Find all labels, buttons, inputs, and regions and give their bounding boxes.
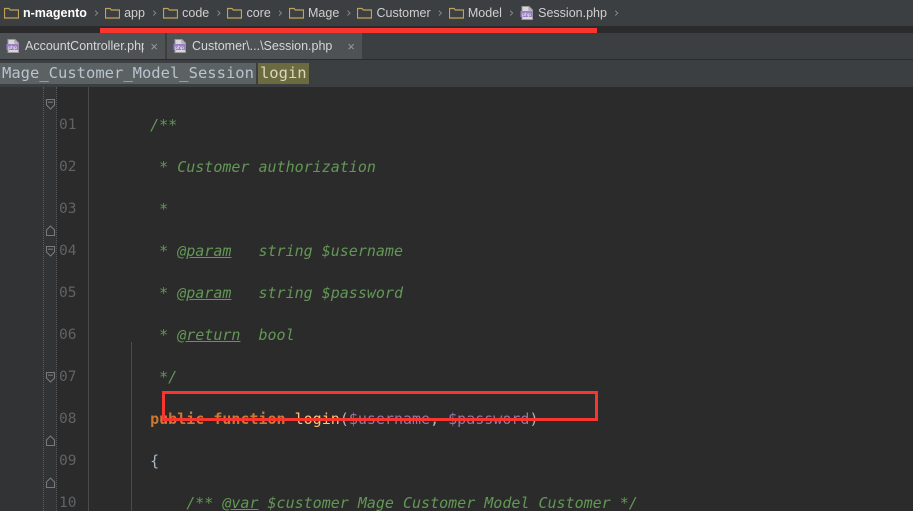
line-number: 10 [59, 495, 77, 511]
fold-marker-close[interactable] [44, 434, 57, 447]
tab-label: Customer\...\Session.php [192, 39, 333, 53]
structure-class-name[interactable]: Mage_Customer_Model_Session [0, 63, 256, 84]
code-text: * [114, 200, 169, 218]
close-icon[interactable]: × [150, 40, 158, 53]
breadcrumb-label: code [182, 6, 210, 20]
code-text: /** [114, 116, 178, 134]
line-number: 04 [59, 243, 77, 259]
breadcrumb-item-model[interactable]: Model › [448, 0, 520, 26]
code-text: */ [114, 368, 178, 386]
breadcrumb-label: Customer [376, 6, 431, 20]
fold-marker-close[interactable] [44, 476, 57, 489]
table-row[interactable]: 07 */ [57, 367, 913, 388]
table-row[interactable]: 09 { [57, 451, 913, 472]
line-number: 06 [59, 327, 77, 343]
breadcrumb-separator: › [613, 5, 620, 21]
breadcrumb-item-n-magento[interactable]: n-magento › [4, 0, 105, 26]
code-text: * @return bool [114, 326, 295, 344]
folder-icon [289, 7, 304, 19]
structure-navigation-bar: Mage_Customer_Model_Session login [0, 60, 913, 87]
table-row[interactable]: 10 /** @var $customer Mage_Customer_Mode… [57, 493, 913, 511]
line-number: 03 [59, 201, 77, 217]
code-folding-column[interactable] [43, 87, 45, 511]
tab-customer-session-php[interactable]: php Customer\...\Session.php × [167, 33, 362, 59]
code-text: * @param string $username [114, 242, 403, 260]
structure-method-name[interactable]: login [257, 63, 309, 84]
breadcrumb: n-magento › app › code › core › Mage › C… [0, 0, 913, 26]
breadcrumb-item-mage[interactable]: Mage › [289, 0, 357, 26]
breadcrumb-label: core [246, 6, 271, 20]
folder-icon [105, 7, 121, 19]
folder-icon [4, 7, 19, 19]
breadcrumb-separator: › [437, 5, 443, 21]
line-number: 02 [59, 159, 77, 175]
code-line-00[interactable]: 00 [57, 87, 913, 94]
fold-marker-open[interactable] [44, 371, 57, 384]
breadcrumb-label: app [124, 6, 145, 20]
table-row[interactable]: 08 public function login($username, $pas… [57, 409, 913, 430]
code-editor[interactable]: 00 01 /** 02 * Customer authorization 03… [0, 87, 913, 511]
folder-icon [448, 7, 464, 19]
line-number: 09 [59, 453, 77, 469]
folder-icon [163, 7, 179, 19]
php-file-icon: php [173, 39, 187, 53]
line-number: 07 [59, 369, 77, 385]
breadcrumb-separator: › [216, 5, 222, 21]
tab-account-controller-php[interactable]: php AccountController.php × [0, 33, 165, 59]
folder-icon [357, 7, 373, 19]
code-text: /** @var $customer Mage_Customer_Model_C… [114, 494, 638, 511]
folder-icon [227, 7, 243, 19]
svg-text:php: php [8, 45, 17, 51]
svg-text:php: php [522, 12, 531, 18]
code-text: { [114, 452, 160, 470]
table-row[interactable]: 01 /** [57, 115, 913, 136]
table-row[interactable]: 04 * @param string $username [57, 241, 913, 262]
table-row[interactable]: 03 * [57, 199, 913, 220]
breadcrumb-separator: › [508, 5, 515, 21]
table-row[interactable]: 02 * Customer authorization [57, 157, 913, 178]
code-text: * Customer authorization [114, 158, 376, 176]
breadcrumb-item-session-php[interactable]: php Session.php › [520, 0, 625, 26]
breadcrumb-item-customer[interactable]: Customer › [357, 0, 448, 26]
breadcrumb-separator: › [346, 5, 352, 21]
line-number: 08 [59, 411, 77, 427]
breadcrumb-item-core[interactable]: core › [227, 0, 289, 26]
tab-label: AccountController.php [25, 39, 145, 53]
close-icon[interactable]: × [347, 40, 355, 53]
table-row[interactable]: 05 * @param string $password [57, 283, 913, 304]
fold-marker-close[interactable] [44, 224, 57, 237]
breadcrumb-label: Model [467, 6, 502, 20]
line-number-gutter[interactable] [0, 87, 57, 511]
breadcrumb-label: Mage [308, 6, 340, 20]
line-number: 00 [57, 87, 95, 94]
breadcrumb-label: n-magento [23, 6, 87, 20]
code-text: public function login($username, $passwo… [114, 410, 539, 428]
code-lines[interactable]: 00 01 /** 02 * Customer authorization 03… [57, 87, 913, 511]
php-file-icon: php [6, 39, 20, 53]
editor-tab-bar: php AccountController.php × php Customer… [0, 33, 913, 59]
breadcrumb-separator: › [151, 5, 158, 21]
table-row[interactable]: 06 * @return bool [57, 325, 913, 346]
ide-window: n-magento › app › code › core › Mage › C… [0, 0, 913, 511]
breadcrumb-item-code[interactable]: code › [163, 0, 227, 26]
breadcrumb-item-app[interactable]: app › [105, 0, 163, 26]
breadcrumb-separator: › [277, 5, 283, 21]
code-text: * @param string $password [114, 284, 403, 302]
fold-marker-open[interactable] [44, 98, 57, 111]
line-number: 05 [59, 285, 77, 301]
breadcrumb-label: Session.php [538, 6, 607, 20]
php-file-icon: php [520, 6, 534, 20]
line-number: 01 [59, 117, 77, 133]
svg-text:php: php [175, 45, 184, 51]
fold-marker-open[interactable] [44, 245, 57, 258]
breadcrumb-separator: › [93, 5, 100, 21]
